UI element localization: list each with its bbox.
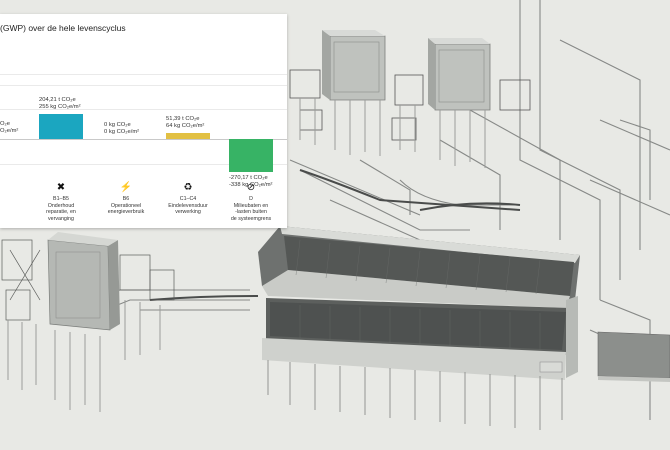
phase-description: uw [0, 209, 18, 216]
value-label-per-m2: 0 kg CO₂e/m² [104, 129, 140, 135]
value-label-total: 0 kg CO₂e [104, 122, 131, 128]
chart-title: (GWP) over de hele levenscyclus [0, 23, 126, 33]
phase-description: energieverbruik [107, 209, 145, 215]
value-label-total: 204,21 t CO₂e [39, 97, 76, 103]
lightning-icon: ⚡ [119, 182, 133, 193]
grid-line [0, 85, 287, 86]
bar-d [229, 139, 273, 173]
value-label-per-m2: 255 kg CO₂e/m² [39, 104, 81, 110]
phase-a5: ⌂A5r vanuw [0, 182, 18, 216]
value-label: 0 kg CO₂e 0 kg CO₂e/m² [104, 122, 139, 136]
value-label: 51,39 t CO₂e 64 kg CO₂e/m² [166, 116, 204, 130]
value-label-total: 51,39 t CO₂e [166, 115, 200, 122]
grid-line [0, 74, 287, 75]
recycle-icon: ♻ [183, 182, 193, 193]
phase-description: verwerking [175, 209, 201, 215]
circle-d-icon: ⊘ [246, 182, 256, 193]
phase-d: ⊘ D Milieubaten en -lasten buiten de systeem… [223, 182, 279, 222]
gwp-chart-panel: (GWP) over de hele levenscyclus O₂e O₂e/… [0, 14, 287, 228]
value-label-total: -270,17 t CO₂e [229, 175, 268, 182]
phase-b1-b5: ✖ B1–B5 Onderhoud reparatie, en vervanging [33, 182, 89, 222]
value-label-total: O₂e [0, 121, 10, 127]
phase-b6: ⚡ B6 Operationeel energieverbruik [98, 182, 154, 216]
bar-b1-b5 [39, 114, 83, 139]
phase-c1-c4: ♻ C1–C4 Eindelevensduur verwerking [160, 182, 216, 216]
phase-description: de systeemgrens [230, 215, 272, 222]
value-label-per-m2: O₂e/m² [0, 128, 19, 134]
value-label-per-m2: 64 kg CO₂e/m² [166, 122, 205, 129]
phase-description: vervanging [48, 215, 74, 222]
tools-icon: ✖ [56, 182, 66, 193]
value-label: 204,21 t CO₂e 255 kg CO₂e/m² [39, 97, 81, 111]
building-icon: ⌂ [0, 182, 18, 194]
bar-c1-c4 [166, 132, 210, 139]
value-label-partial: O₂e O₂e/m² [0, 121, 18, 135]
